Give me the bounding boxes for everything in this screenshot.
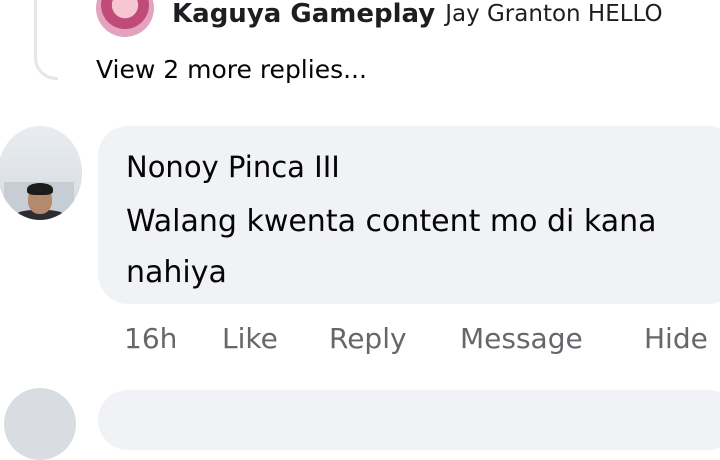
view-more-replies-link[interactable]: View 2 more replies... — [96, 55, 367, 84]
like-button[interactable]: Like — [222, 322, 329, 355]
message-button[interactable]: Message — [460, 322, 644, 355]
comment-timestamp[interactable]: 16h — [124, 322, 222, 355]
reply-thread-connector — [34, 0, 58, 80]
nested-reply-preview[interactable]: Kaguya Gameplay Jay Granton HELLO — [96, 0, 663, 37]
reply-author-avatar[interactable] — [96, 0, 154, 37]
reply-text: Jay Granton HELLO — [445, 1, 663, 27]
commenter-name[interactable]: Nonoy Pinca III — [126, 150, 340, 184]
next-comment-avatar[interactable] — [4, 388, 76, 460]
comment-text: Walang kwenta content mo di kana nahiya — [126, 204, 657, 290]
reply-author-name[interactable]: Kaguya Gameplay — [172, 0, 435, 29]
commenter-avatar[interactable] — [0, 126, 82, 220]
comment-bubble: Nonoy Pinca III Walang kwenta content mo… — [98, 126, 720, 304]
next-comment-bubble — [98, 390, 720, 450]
reply-button[interactable]: Reply — [329, 322, 460, 355]
hide-button[interactable]: Hide — [644, 322, 708, 355]
comment-actions: 16h Like Reply Message Hide — [124, 322, 708, 355]
